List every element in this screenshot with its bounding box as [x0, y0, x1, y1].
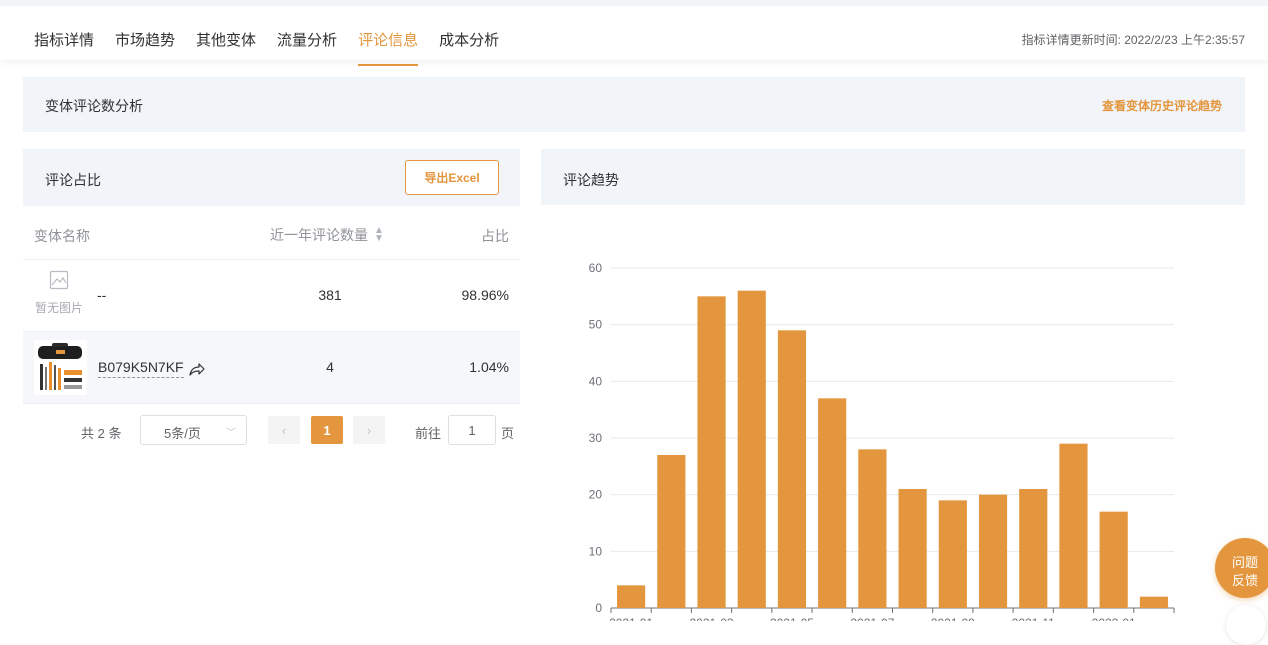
x-tick-label: 2021-11 — [1012, 616, 1055, 621]
review-trend-chart: 0 10 20 30 40 50 60 2021-01 2021-03 2021-05 2021-0… — [589, 261, 1175, 621]
table-row: B079K5N7KF 4 1.04% — [23, 332, 520, 404]
feedback-line1: 问题 — [1232, 555, 1259, 570]
section-title: 变体评论数分析 — [45, 98, 143, 114]
bar — [818, 398, 847, 608]
y-tick-label: 60 — [589, 261, 603, 275]
column-percent: 占比 — [481, 228, 509, 244]
table-header: 变体名称 近一年评论数量 ▲ ▼ 占比 — [23, 206, 520, 260]
y-tick-label: 20 — [589, 488, 603, 502]
tab-traffic-analysis[interactable]: 流量分析 — [277, 12, 337, 66]
bar — [657, 455, 686, 608]
bar — [1099, 511, 1128, 608]
y-tick-label: 10 — [589, 544, 603, 558]
bar — [978, 494, 1008, 608]
pagination-total: 共 2 条 — [81, 426, 122, 441]
bar — [938, 500, 967, 608]
bar — [1059, 443, 1088, 608]
y-tick-label: 0 — [595, 601, 602, 615]
feedback-button[interactable]: 问题 反馈 — [1215, 538, 1268, 598]
y-tick-label: 30 — [589, 431, 603, 445]
bar — [898, 489, 927, 608]
variant-name: -- — [97, 287, 107, 303]
review-share-panel-header: 评论占比 导出Excel — [23, 149, 520, 206]
review-trend-panel-header: 评论趋势 — [541, 149, 1245, 205]
table-row: 暂无图片 -- 381 98.96% — [23, 260, 520, 332]
sort-icon[interactable]: ▲ ▼ — [374, 226, 384, 244]
tab-market-trend[interactable]: 市场趋势 — [115, 12, 175, 66]
share-icon[interactable] — [188, 361, 206, 377]
review-percent: 1.04% — [469, 359, 509, 375]
variant-review-section-header: 变体评论数分析 查看变体历史评论趋势 — [23, 77, 1245, 132]
x-tick-label: 2022-01 — [1092, 616, 1136, 621]
bar — [697, 296, 726, 608]
product-thumbnail[interactable] — [34, 340, 87, 395]
bar — [1019, 489, 1048, 608]
feedback-line2: 反馈 — [1232, 573, 1259, 588]
variant-review-table: 变体名称 近一年评论数量 ▲ ▼ 占比 暂无图片 -- 381 98.96% B… — [23, 206, 520, 404]
tab-other-variants[interactable]: 其他变体 — [196, 12, 256, 66]
bar — [617, 585, 646, 608]
page-suffix: 页 — [501, 426, 515, 441]
bar — [858, 449, 887, 608]
no-image-text: 暂无图片 — [34, 301, 83, 315]
chevron-right-icon: › — [366, 422, 372, 438]
back-to-top-button[interactable] — [1226, 605, 1266, 645]
page-number-button[interactable]: 1 — [311, 416, 343, 444]
column-review-count[interactable]: 近一年评论数量 ▲ ▼ — [270, 225, 384, 245]
page-size-value: 5条/页 — [164, 426, 201, 441]
goto-page-input[interactable]: 1 — [448, 415, 496, 445]
goto-label: 前往 — [415, 426, 442, 441]
column-review-count-label: 近一年评论数量 — [270, 227, 368, 243]
bar — [777, 330, 807, 608]
next-page-button[interactable]: › — [353, 416, 385, 444]
y-tick-label: 40 — [589, 374, 603, 388]
tab-indicator-detail[interactable]: 指标详情 — [34, 12, 94, 66]
top-nav: 指标详情 市场趋势 其他变体 流量分析 评论信息 成本分析 指标详情更新时间: … — [0, 0, 1268, 66]
page-size-select[interactable]: 5条/页 ﹀ — [140, 415, 247, 445]
prev-page-button[interactable]: ‹ — [268, 416, 300, 444]
x-tick-label: 2021-01 — [609, 616, 653, 621]
review-share-title: 评论占比 — [45, 172, 101, 188]
review-trend-title: 评论趋势 — [563, 172, 619, 188]
pagination: 共 2 条 5条/页 ﹀ ‹ 1 › 前往 1 页 — [23, 414, 520, 446]
asin-link[interactable]: B079K5N7KF — [98, 359, 206, 378]
bar — [737, 290, 766, 608]
bar — [1139, 596, 1168, 608]
x-tick-label: 2021-07 — [850, 616, 894, 621]
x-tick-label: 2021-03 — [690, 616, 734, 621]
column-variant-name: 变体名称 — [34, 228, 90, 244]
tab-review-info[interactable]: 评论信息 — [358, 12, 419, 66]
review-percent: 98.96% — [461, 287, 509, 303]
x-tick-label: 2021-05 — [770, 616, 814, 621]
update-time: 指标详情更新时间: 2022/2/23 上午2:35:57 — [1021, 33, 1245, 47]
chevron-left-icon: ‹ — [281, 422, 287, 438]
export-excel-button[interactable]: 导出Excel — [405, 160, 499, 195]
tab-cost-analysis[interactable]: 成本分析 — [439, 12, 499, 66]
y-tick-label: 50 — [589, 318, 603, 332]
asin-code[interactable]: B079K5N7KF — [98, 359, 184, 378]
no-image-placeholder: 暂无图片 — [34, 270, 84, 316]
tab-bar: 指标详情 市场趋势 其他变体 流量分析 评论信息 成本分析 — [34, 12, 520, 66]
image-placeholder-icon — [49, 270, 69, 290]
view-history-trend-link[interactable]: 查看变体历史评论趋势 — [1102, 97, 1222, 114]
x-tick-label: 2021-09 — [931, 616, 975, 621]
chevron-down-icon: ﹀ — [226, 428, 236, 439]
